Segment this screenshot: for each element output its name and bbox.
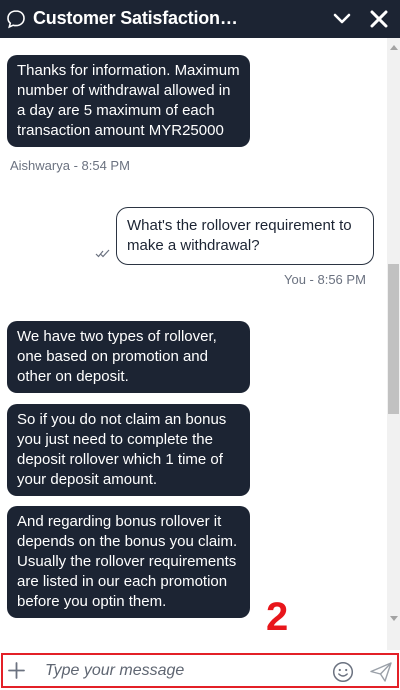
user-message: What's the rollover requirement to make … bbox=[116, 207, 374, 265]
scrollbar[interactable] bbox=[387, 38, 400, 650]
send-icon[interactable] bbox=[369, 661, 393, 683]
plus-icon[interactable] bbox=[7, 661, 26, 680]
chat-bubble-icon bbox=[7, 10, 25, 29]
emoji-icon[interactable] bbox=[332, 661, 354, 683]
annotation-number: 2 bbox=[266, 595, 289, 639]
agent-message: And regarding bonus rollover it depends … bbox=[7, 506, 250, 618]
agent-message: Thanks for information. Maximum number o… bbox=[7, 55, 250, 147]
double-check-icon bbox=[95, 249, 110, 258]
message-list[interactable]: Thanks for information. Maximum number o… bbox=[0, 38, 387, 648]
agent-message: We have two types of rollover, one based… bbox=[7, 321, 250, 393]
message-meta: Aishwarya - 8:54 PM bbox=[10, 158, 130, 173]
message-meta: You - 8:56 PM bbox=[284, 272, 366, 287]
agent-message: So if you do not claim an bonus you just… bbox=[7, 404, 250, 496]
scroll-up-arrow-icon[interactable] bbox=[390, 45, 398, 50]
scrollbar-thumb[interactable] bbox=[388, 264, 399, 414]
message-composer bbox=[1, 653, 399, 688]
chat-header: Customer Satisfaction… bbox=[0, 0, 400, 38]
chevron-down-icon[interactable] bbox=[332, 10, 352, 28]
message-input[interactable] bbox=[41, 658, 319, 683]
chat-title: Customer Satisfaction… bbox=[33, 8, 238, 28]
scroll-down-arrow-icon[interactable] bbox=[390, 616, 398, 621]
close-icon[interactable] bbox=[368, 8, 390, 30]
